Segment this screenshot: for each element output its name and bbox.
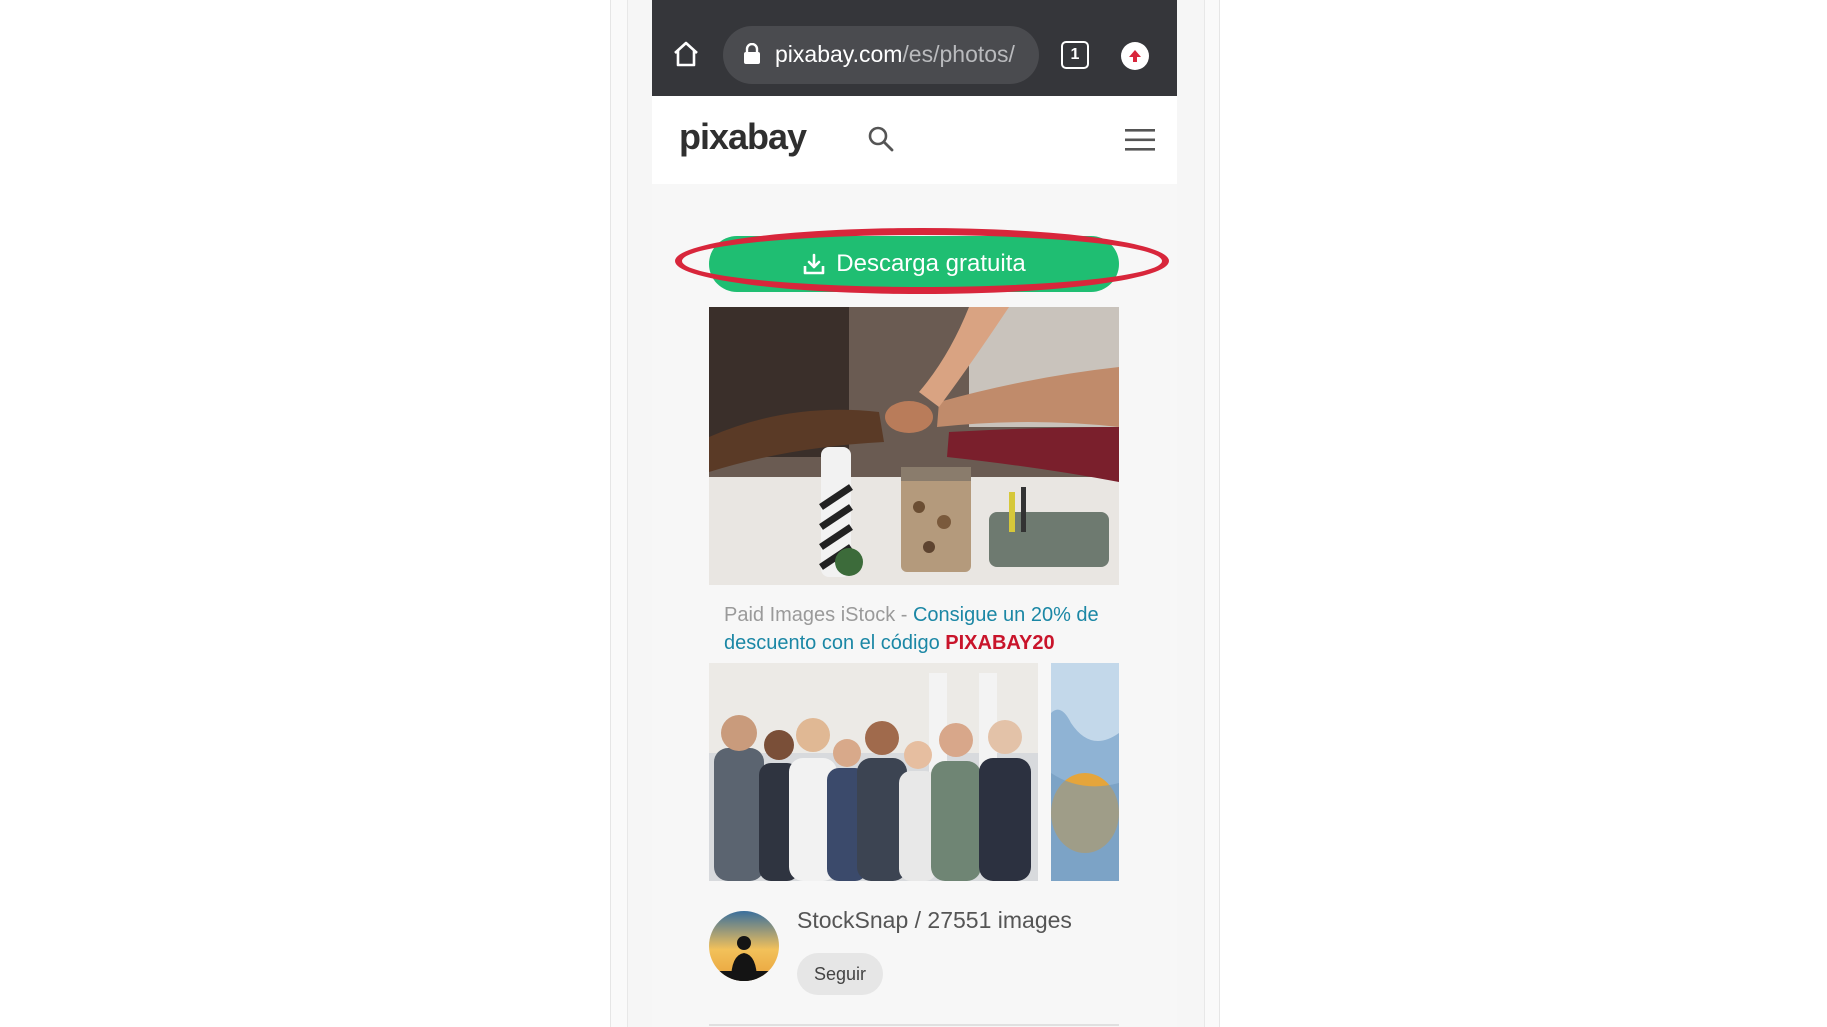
tab-switcher-button[interactable]: 1 bbox=[1061, 41, 1089, 69]
author-block: StockSnap / 27551 images Seguir bbox=[709, 907, 1129, 1007]
url-text: pixabay.com/es/photos/ bbox=[775, 41, 1015, 68]
promo-code: PIXABAY20 bbox=[945, 632, 1055, 654]
istock-promo: Paid Images iStock - Consigue un 20% de … bbox=[724, 601, 1124, 657]
avatar[interactable] bbox=[709, 911, 779, 981]
divider bbox=[709, 1024, 1119, 1026]
pixabay-logo[interactable]: pixabay bbox=[679, 116, 807, 158]
address-bar[interactable]: pixabay.com/es/photos/ bbox=[723, 26, 1039, 84]
free-download-button[interactable]: Descarga gratuita bbox=[709, 236, 1119, 292]
update-icon[interactable] bbox=[1121, 42, 1149, 70]
free-download-label: Descarga gratuita bbox=[836, 250, 1026, 277]
download-icon bbox=[803, 253, 825, 275]
tab-count: 1 bbox=[1070, 46, 1080, 63]
author-name[interactable]: StockSnap / 27551 images bbox=[797, 907, 1072, 934]
phone-screen: pixabay.com/es/photos/ 1 pixabay Descarg… bbox=[652, 0, 1177, 1027]
sponsored-image-team[interactable] bbox=[709, 663, 1038, 881]
main-photo[interactable] bbox=[709, 307, 1119, 585]
hamburger-menu-icon[interactable] bbox=[1124, 126, 1156, 154]
follow-button[interactable]: Seguir bbox=[797, 953, 883, 995]
search-icon[interactable] bbox=[866, 124, 896, 154]
promo-prefix: Paid Images iStock - bbox=[724, 604, 913, 626]
home-icon[interactable] bbox=[670, 38, 702, 70]
site-header: pixabay bbox=[652, 96, 1177, 184]
browser-toolbar: pixabay.com/es/photos/ 1 bbox=[652, 0, 1177, 96]
sponsored-image-denim[interactable] bbox=[1051, 663, 1119, 881]
lock-icon bbox=[741, 42, 763, 66]
url-domain: pixabay.com bbox=[775, 41, 903, 67]
url-path: /es/photos/ bbox=[902, 41, 1015, 67]
